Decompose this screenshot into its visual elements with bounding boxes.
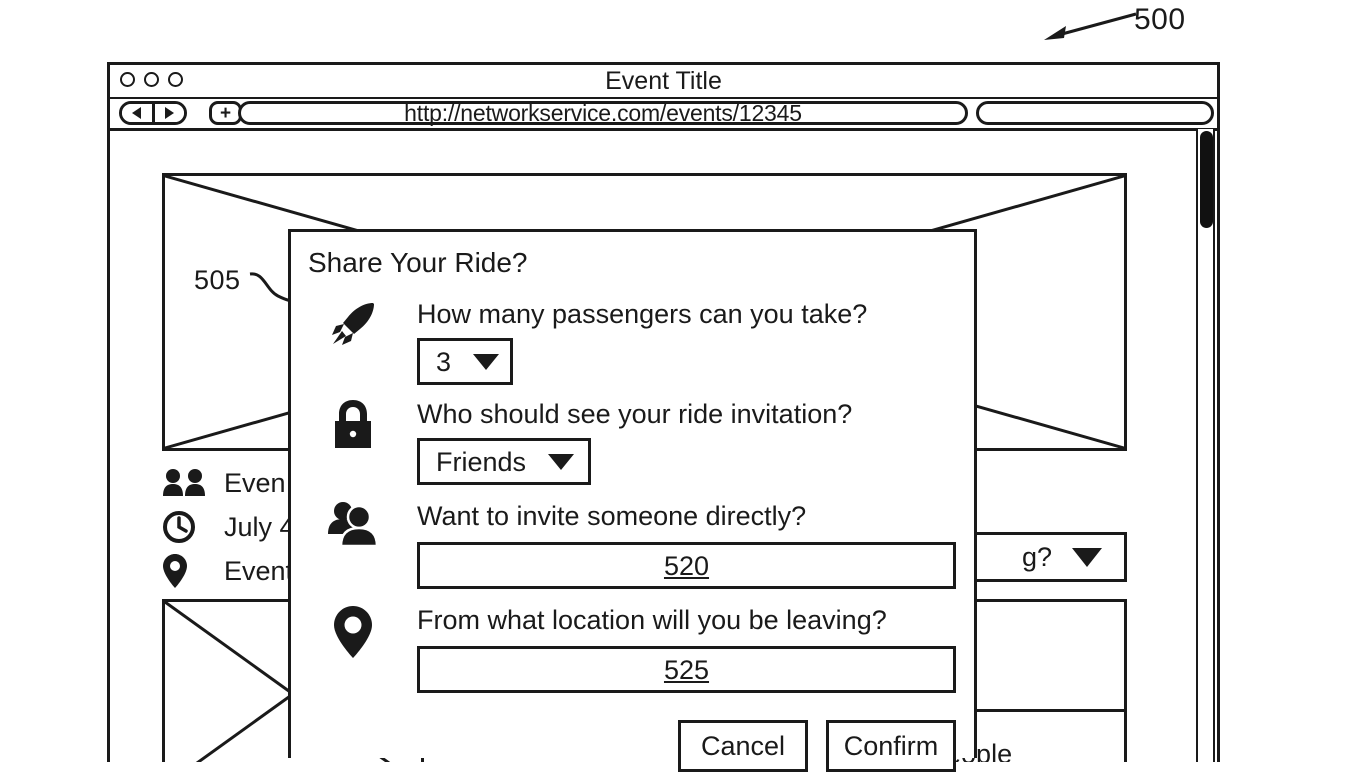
back-arrow-icon	[132, 107, 142, 119]
audience-select[interactable]: Friends	[417, 438, 591, 485]
location-input[interactable]: 525	[417, 646, 956, 693]
search-bar[interactable]	[976, 101, 1214, 125]
plus-icon: +	[219, 102, 232, 124]
share-your-ride-dialog: Share Your Ride? How many passengers can…	[288, 229, 977, 772]
location-pin-icon	[162, 553, 208, 589]
invite-input-value: 520	[663, 550, 710, 581]
chevron-down-icon	[1072, 547, 1102, 567]
forward-button[interactable]	[154, 104, 184, 122]
figure-number-500: 500	[1134, 3, 1186, 36]
field-audience-label: Who should see your ride invitation?	[417, 399, 853, 429]
meta-attendees-text: Even	[224, 468, 286, 498]
clock-icon	[162, 510, 208, 544]
chevron-down-icon	[473, 353, 500, 370]
page-title: Event Title	[605, 67, 722, 95]
back-button[interactable]	[122, 104, 155, 122]
confirm-button[interactable]: Confirm	[826, 720, 956, 772]
invite-input[interactable]: 520	[417, 542, 956, 589]
address-bar-url: http://networkservice.com/events/12345	[404, 100, 802, 126]
field-location: From what location will you be leaving? …	[309, 604, 956, 693]
forward-arrow-icon	[164, 107, 174, 119]
scrollbar-thumb[interactable]	[1200, 131, 1213, 228]
chevron-down-icon	[548, 453, 575, 470]
meta-location-text: Event	[224, 556, 294, 586]
rocket-icon	[325, 298, 381, 350]
browser-titlebar: Event Title	[110, 65, 1217, 99]
field-invite: Want to invite someone directly? 520	[309, 500, 956, 589]
field-invite-label: Want to invite someone directly?	[417, 501, 807, 531]
address-bar[interactable]: http://networkservice.com/events/12345	[238, 101, 968, 125]
audience-select-value: Friends	[436, 446, 527, 477]
navigation-buttons[interactable]	[119, 101, 187, 125]
lock-icon	[325, 398, 381, 450]
passengers-select-value: 3	[436, 346, 452, 377]
leader-line-500	[1044, 12, 1137, 40]
browser-toolbar: + http://networkservice.com/events/12345	[110, 99, 1217, 131]
field-location-label: From what location will you be leaving?	[417, 605, 887, 635]
people-icon	[162, 468, 208, 498]
passengers-select[interactable]: 3	[417, 338, 513, 385]
location-pin-icon	[325, 604, 381, 660]
location-input-value: 525	[663, 654, 710, 685]
dialog-title: Share Your Ride?	[308, 247, 528, 278]
figure-callout-505: 505	[194, 265, 241, 295]
field-passengers-label: How many passengers can you take?	[417, 299, 868, 329]
vertical-scrollbar[interactable]	[1196, 129, 1215, 762]
people-icon	[325, 500, 381, 550]
dialog-actions: Cancel Confirm	[309, 720, 956, 772]
field-audience: Who should see your ride invitation? Fri…	[309, 398, 956, 485]
background-dropdown-label: g?	[1021, 542, 1052, 572]
cancel-button[interactable]: Cancel	[678, 720, 808, 772]
field-passengers: How many passengers can you take? 3	[309, 298, 956, 385]
